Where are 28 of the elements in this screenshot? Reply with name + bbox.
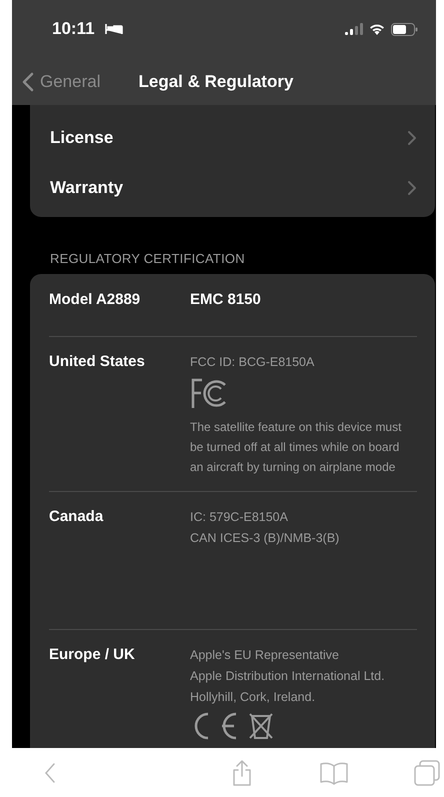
notice-text: The satellite feature on this device must be turned off at all times while on board an aircraft by turning on airplane mode [190,419,402,476]
info-text: FCC ID: BCG-E8150A [190,354,314,371]
share-icon[interactable] [231,758,253,786]
info-text: Apple's EU Representative [190,647,339,664]
signal-icon [345,23,363,35]
info-text: CAN ICES-3 (B)/NMB-3(B) [190,530,340,547]
menu-item[interactable]: License [30,113,435,163]
chevron-icon [407,180,417,196]
chevron-icon [407,130,417,146]
wifi-icon [369,23,385,35]
tabs-icon[interactable] [413,758,441,786]
row-label: Model A2889 [49,290,142,310]
info-text: IC: 579C-E8150A [190,509,288,526]
model-value: EMC 8150 [190,290,261,310]
menu-item[interactable]: Warranty [30,163,435,213]
chevron-icon [22,72,34,92]
book-icon[interactable] [319,760,349,784]
status-time: 10:11 [52,19,95,39]
row-label: Canada [49,507,104,527]
back-icon[interactable] [44,762,56,784]
battery-icon [391,22,418,36]
info-text: Apple Distribution International Ltd. [190,668,385,685]
section-header: REGULATORY CERTIFICATION [50,251,246,266]
bed-icon [104,23,123,35]
row-label: Europe / UK [49,645,136,665]
row-label: United States [49,352,146,372]
info-text: Hollyhill, Cork, Ireland. [190,689,316,706]
page-title: Legal & Regulatory [138,72,294,92]
